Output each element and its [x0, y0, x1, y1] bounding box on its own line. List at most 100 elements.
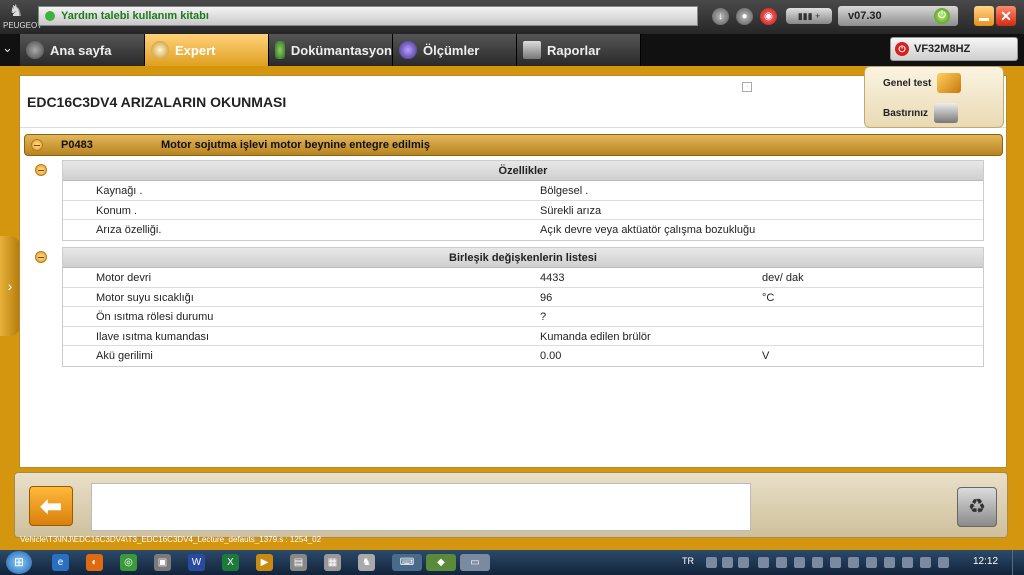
row-value: 4433: [540, 272, 565, 284]
media-player-icon[interactable]: ▶: [256, 554, 273, 571]
app-icon[interactable]: ▦: [324, 554, 341, 571]
chevron-down-icon[interactable]: ⌄: [2, 40, 18, 60]
lion-icon: ♞: [8, 3, 24, 20]
back-button[interactable]: ⬅: [29, 486, 73, 526]
variables-section: Birleşik değişkenlerin listesi Motor dev…: [35, 247, 984, 367]
collapse-icon[interactable]: [35, 164, 47, 176]
home-icon: [26, 41, 44, 59]
connection-icon[interactable]: ⏻: [934, 8, 950, 24]
tray-icon[interactable]: [738, 557, 749, 568]
volume-icon[interactable]: [920, 557, 931, 568]
table-row: Kaynağı . Bölgesel .: [63, 181, 983, 201]
expand-box-icon[interactable]: ·: [742, 82, 752, 92]
table-row: Ön ısıtma rölesi durumu ?: [63, 307, 983, 327]
row-value: Kumanda edilen brülör: [540, 330, 651, 343]
start-button[interactable]: ⊞: [6, 551, 32, 574]
table-row: Motor devri 4433 dev/ dak: [63, 268, 983, 288]
collapse-icon[interactable]: [31, 139, 43, 151]
table-row: Arıza özelliği. Açık devre veya aktüatör…: [63, 220, 983, 240]
person-icon[interactable]: ●: [736, 8, 753, 25]
row-label: Ilave ısıtma kumandası: [96, 330, 210, 343]
document-icon[interactable]: ▤: [290, 554, 307, 571]
tray-icon[interactable]: [938, 557, 949, 568]
print-label: Bastırınız: [883, 107, 929, 119]
battery-icon: ▮▮▮ +: [786, 8, 832, 24]
properties-section: Özellikler Kaynağı . Bölgesel . Konum . …: [35, 160, 984, 241]
vehicle-vin-button[interactable]: ⏻ VF32M8HZ: [890, 37, 1018, 61]
clock[interactable]: 12:12: [973, 556, 998, 567]
tab-expert[interactable]: Expert: [145, 34, 269, 66]
tray-icon[interactable]: [902, 557, 913, 568]
tab-reports[interactable]: Raporlar: [517, 34, 641, 66]
peugeot-logo: ♞ PEUGEOT: [3, 3, 42, 31]
warning-icon: [937, 73, 962, 93]
printer-icon: [934, 103, 959, 123]
fault-header-row[interactable]: P0483 Motor sojutma işlevi motor beynine…: [24, 134, 1003, 156]
record-icon[interactable]: ◉: [760, 8, 777, 25]
variables-header[interactable]: Birleşik değişkenlerin listesi: [35, 248, 983, 268]
tab-home[interactable]: Ana sayfa: [20, 34, 145, 66]
arrow-left-icon: ⬅: [40, 491, 62, 521]
download-icon[interactable]: ↓: [712, 8, 729, 25]
tray-icon[interactable]: [706, 557, 717, 568]
minimize-button[interactable]: [974, 6, 994, 26]
tab-documentation[interactable]: Dokümantasyon: [269, 34, 393, 66]
keyboard-icon[interactable]: ⌨: [392, 554, 422, 571]
expand-side-handle[interactable]: ›: [0, 236, 20, 336]
top-bar: ♞ PEUGEOT Yardım talebi kullanım kitabı …: [0, 0, 1024, 34]
close-button[interactable]: ✕: [996, 6, 1016, 26]
recycle-button[interactable]: ♻: [957, 487, 997, 527]
book-icon: [275, 41, 285, 59]
properties-header[interactable]: Özellikler: [35, 161, 983, 181]
collapse-icon[interactable]: [35, 251, 47, 263]
peugeot-app-icon[interactable]: ♞: [358, 554, 375, 571]
tab-label: Raporlar: [547, 42, 601, 58]
window-task-icon[interactable]: ▭: [460, 554, 490, 571]
tray-icon[interactable]: [830, 557, 841, 568]
help-text: Yardım talebi kullanım kitabı: [61, 10, 209, 22]
side-actions-panel: Genel test Bastırınız: [864, 66, 1004, 128]
brand-label: PEUGEOT: [3, 21, 43, 30]
print-button[interactable]: Bastırınız: [883, 103, 959, 123]
tray-icon[interactable]: [794, 557, 805, 568]
row-unit: V: [762, 350, 770, 362]
row-label: Motor suyu sıcaklığı: [96, 291, 194, 304]
general-test-button[interactable]: Genel test: [883, 73, 962, 93]
tray-icon[interactable]: [848, 557, 859, 568]
row-label: Motor devri: [96, 272, 152, 284]
panel-title-bar: EDC16C3DV4 ARIZALARIN OKUNMASI ·: [20, 76, 1006, 128]
power-icon: ⏻: [895, 42, 909, 56]
row-label: Kaynağı .: [96, 185, 143, 197]
tray-icon[interactable]: [776, 557, 787, 568]
tray-icon[interactable]: [812, 557, 823, 568]
tray-icon[interactable]: [722, 557, 733, 568]
tab-measurements[interactable]: Ölçümler: [393, 34, 517, 66]
flag-icon[interactable]: [866, 557, 877, 568]
row-unit: °C: [762, 291, 775, 304]
row-value: ?: [540, 311, 547, 323]
language-indicator[interactable]: TR: [682, 556, 694, 566]
bluetooth-icon[interactable]: [758, 557, 769, 568]
diagbox-taskbar-icon[interactable]: ◆: [426, 554, 456, 571]
windows-logo-icon: ⊞: [13, 555, 25, 569]
internet-explorer-icon[interactable]: e: [52, 554, 69, 571]
firefox-icon[interactable]: ◐: [86, 554, 103, 571]
vin-label: VF32M8HZ: [914, 43, 971, 55]
tab-label: Ölçümler: [423, 42, 480, 58]
magnifier-icon: [151, 41, 169, 59]
show-desktop-button[interactable]: [1012, 550, 1024, 575]
main-tabs: ⌄ Ana sayfa Expert Dokümantasyon Ölçümle…: [0, 34, 1024, 66]
row-label: Arıza özelliği.: [96, 224, 162, 236]
excel-icon[interactable]: X: [222, 554, 239, 571]
section-title: Birleşik değişkenlerin listesi: [449, 252, 597, 264]
network-icon[interactable]: [884, 557, 895, 568]
table-row: Akü gerilimi 0.00 V: [63, 346, 983, 366]
minimize-icon: [979, 18, 989, 21]
fault-code: P0483: [61, 139, 93, 151]
app-icon[interactable]: ▣: [154, 554, 171, 571]
file-path-status: Vehicle\T3\INJ\EDC16C3DV4\T3_EDC16C3DV4_…: [20, 535, 322, 544]
word-icon[interactable]: W: [188, 554, 205, 571]
help-request-bar[interactable]: Yardım talebi kullanım kitabı: [38, 6, 698, 26]
message-area: [91, 483, 751, 531]
chrome-icon[interactable]: ◎: [120, 554, 137, 571]
